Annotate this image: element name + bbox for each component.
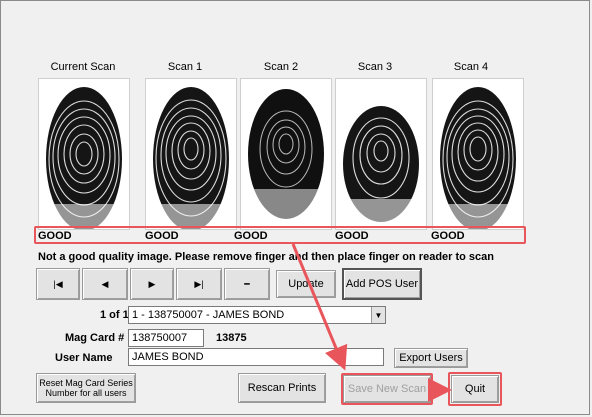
annotation-arrows: [291, 243, 452, 402]
arrow-to-save: [291, 243, 348, 371]
